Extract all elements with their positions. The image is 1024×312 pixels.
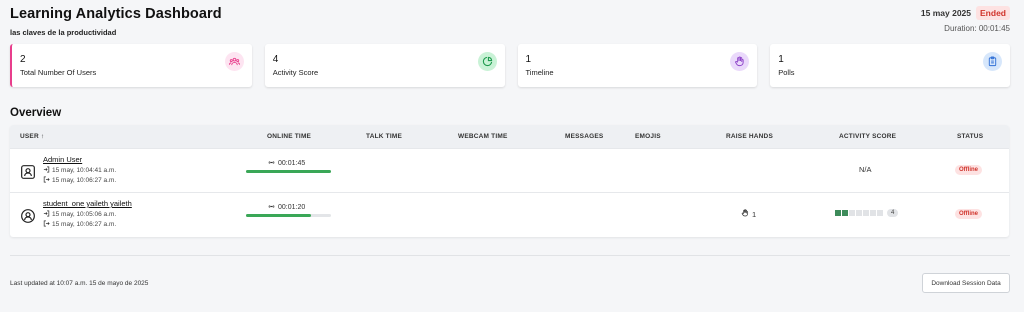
activity-score-segment xyxy=(870,210,876,216)
card-label: Timeline xyxy=(525,68,554,77)
table-header: USER ↑ ONLINE TIME TALK TIME WEBCAM TIME… xyxy=(10,125,1009,148)
online-time-bar-fill xyxy=(246,214,312,217)
session-date: 15 may 2025 xyxy=(920,8,972,18)
col-webcam-time[interactable]: WEBCAM TIME xyxy=(458,133,508,140)
user-leave-time: 15 may, 10:06:27 a.m. xyxy=(43,176,116,185)
raise-hand-icon xyxy=(741,209,749,219)
logout-icon xyxy=(43,220,50,229)
card-label: Activity Score xyxy=(272,68,319,77)
card-value: 1 xyxy=(525,54,532,65)
footer-divider xyxy=(10,255,1010,256)
wifi-icon xyxy=(268,159,275,168)
activity-score-badge: 4 xyxy=(887,209,899,217)
col-user[interactable]: USER ↑ xyxy=(20,133,44,140)
activity-score-value: N/A xyxy=(859,165,872,174)
card-value: 2 xyxy=(20,54,26,65)
last-updated-text: Last updated at 10:07 a.m. 15 de mayo de… xyxy=(10,280,149,287)
user-name-link[interactable]: Admin User xyxy=(43,155,82,164)
status-badge: Offline xyxy=(955,165,982,175)
status-badge: Offline xyxy=(955,209,982,219)
activity-score-meter: 4 xyxy=(835,209,899,217)
online-time-bar xyxy=(246,214,331,217)
col-emojis[interactable]: EMOJIS xyxy=(635,133,661,140)
activity-score-segment xyxy=(863,210,869,216)
users-icon xyxy=(224,52,244,71)
col-activity-score[interactable]: ACTIVITY SCORE xyxy=(839,133,896,140)
download-session-data-button[interactable]: Download Session Data xyxy=(922,273,1010,293)
activity-score-segment xyxy=(849,210,855,216)
col-raise-hands[interactable]: RAISE HANDS xyxy=(726,133,773,140)
user-name-link[interactable]: student_one yaileth yaileth xyxy=(43,199,132,208)
pie-chart-icon xyxy=(477,52,497,71)
table-row: Admin User 15 may, 10:04:41 a.m. 15 may,… xyxy=(10,148,1009,192)
viewer-avatar-icon xyxy=(19,207,36,224)
logout-icon xyxy=(43,176,50,185)
moderator-avatar-icon xyxy=(19,163,36,180)
online-time-bar xyxy=(246,170,331,173)
card-value: 4 xyxy=(272,54,279,65)
dashboard-header: Learning Analytics Dashboard las claves … xyxy=(10,6,1010,42)
login-icon xyxy=(43,166,50,175)
activity-score-segment xyxy=(842,210,848,216)
card-value: 1 xyxy=(778,54,784,65)
col-status[interactable]: STATUS xyxy=(957,133,983,140)
activity-score-segment xyxy=(856,210,862,216)
user-join-time: 15 may, 10:05:06 a.m. xyxy=(43,210,116,219)
card-label: Total Number Of Users xyxy=(20,68,97,77)
table-row: student_one yaileth yaileth 15 may, 10:0… xyxy=(10,192,1009,236)
card-label: Polls xyxy=(778,68,795,77)
raise-hands-count: 1 xyxy=(741,209,756,219)
activity-score-segment xyxy=(877,210,883,216)
summary-cards: 2 Total Number Of Users 4 Activity Score… xyxy=(10,44,1010,87)
col-talk-time[interactable]: TALK TIME xyxy=(366,133,402,140)
online-time: 00:01:20 xyxy=(268,203,305,212)
online-time-bar-fill xyxy=(246,170,331,173)
col-online-time[interactable]: ONLINE TIME xyxy=(267,133,311,140)
session-status-badge: Ended xyxy=(976,6,1010,20)
user-join-time: 15 may, 10:04:41 a.m. xyxy=(43,166,116,175)
session-subtitle: las claves de la productividad xyxy=(10,28,117,37)
online-time: 00:01:45 xyxy=(268,159,305,168)
col-messages[interactable]: MESSAGES xyxy=(565,133,603,140)
overview-heading: Overview xyxy=(10,107,62,119)
wifi-icon xyxy=(268,203,275,212)
card-polls[interactable]: 1 Polls xyxy=(770,44,1010,87)
activity-score-segment xyxy=(835,210,841,216)
raise-hand-icon xyxy=(730,52,750,71)
card-total-users[interactable]: 2 Total Number Of Users xyxy=(10,44,252,87)
clipboard-icon xyxy=(983,52,1002,71)
card-timeline[interactable]: 1 Timeline xyxy=(517,44,758,87)
user-leave-time: 15 may, 10:06:27 a.m. xyxy=(43,220,116,229)
card-activity-score[interactable]: 4 Activity Score xyxy=(264,44,505,87)
users-table: USER ↑ ONLINE TIME TALK TIME WEBCAM TIME… xyxy=(10,125,1009,237)
session-duration: Duration: 00:01:45 xyxy=(944,24,1010,33)
login-icon xyxy=(43,210,50,219)
page-title: Learning Analytics Dashboard xyxy=(10,6,222,22)
session-info: 15 may 2025 Ended Duration: 00:01:45 xyxy=(921,6,1010,33)
